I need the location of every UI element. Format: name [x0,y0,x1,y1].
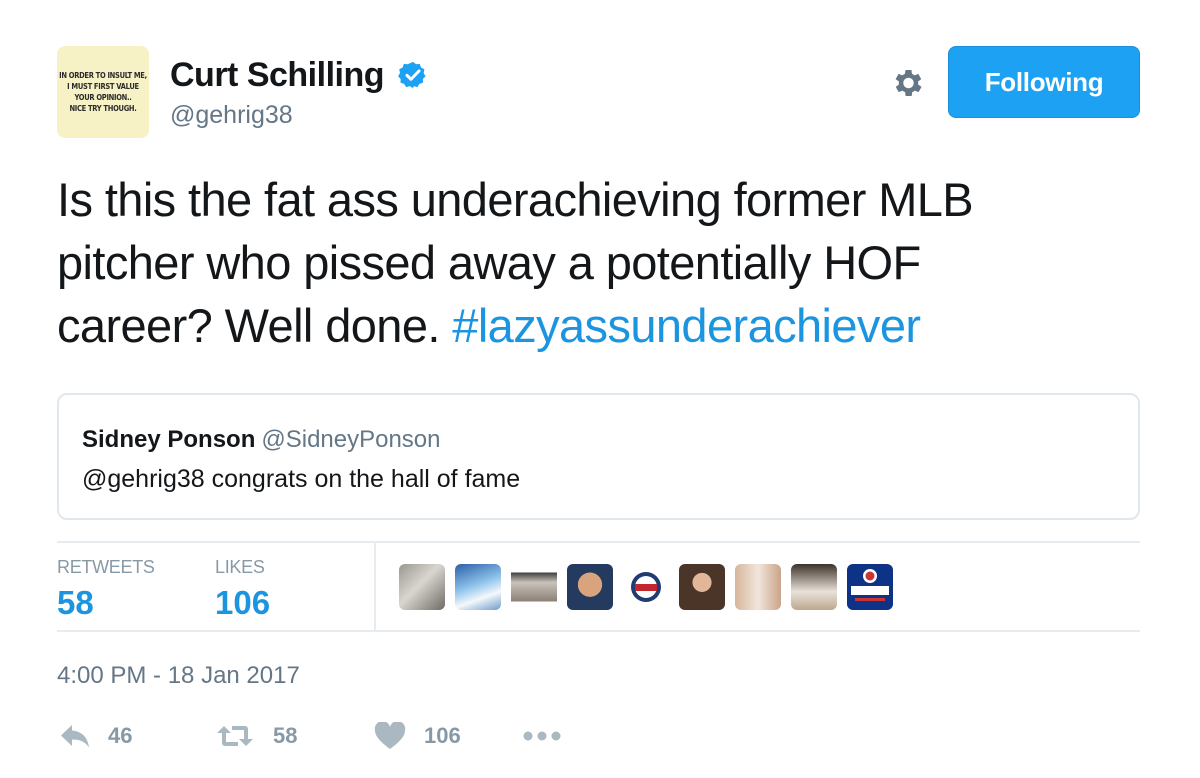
cubs-logo-icon [851,569,889,601]
divider [57,630,1140,632]
tweet-text-line: pitcher who pissed away a potentially HO… [57,236,921,289]
tweet-text: Is this the fat ass underachieving forme… [57,168,1157,357]
liker-avatar[interactable] [455,564,501,610]
avatar-text-line: NICE TRY THOUGH. [69,104,137,113]
quoted-author: Sidney Ponson @SidneyPonson [82,426,441,454]
retweets-stat[interactable]: RETWEETS 58 [57,557,155,622]
retweet-count: 58 [273,723,298,748]
verified-badge-icon [398,61,426,89]
reply-icon [61,725,89,748]
quoted-tweet[interactable]: Sidney Ponson @SidneyPonson @gehrig38 con… [57,393,1140,520]
more-action[interactable] [522,722,562,750]
quoted-author-name: Sidney Ponson [82,426,256,453]
tweet-timestamp[interactable]: 4:00 PM - 18 Jan 2017 [57,662,300,690]
liker-avatar[interactable] [791,564,837,610]
like-action[interactable]: 106 [374,722,461,750]
retweet-action[interactable]: 58 [215,722,297,750]
liker-avatar[interactable] [847,564,893,610]
heart-icon [374,722,406,749]
liker-avatar[interactable] [679,564,725,610]
likes-value: 106 [215,584,271,621]
likes-stat[interactable]: LIKES 106 [215,557,270,622]
avatar-text-line: IN ORDER TO INSULT ME, [59,71,147,80]
liker-avatar[interactable] [511,564,557,610]
liker-avatar[interactable] [735,564,781,610]
retweets-label: RETWEETS [57,557,155,577]
quoted-author-handle: @SidneyPonson [261,426,441,453]
liker-avatar[interactable] [399,564,445,610]
hashtag-link[interactable]: #lazyassunderachiever [452,299,921,352]
liker-avatar[interactable] [623,564,669,610]
sfs-logo-icon [631,572,661,602]
retweet-icon [217,726,253,746]
avatar-text-line: YOUR OPINION.. [74,93,132,102]
retweets-value: 58 [57,584,94,621]
likes-label: LIKES [215,557,265,577]
quoted-tweet-text: @gehrig38 congrats on the hall of fame [82,465,521,493]
stats-divider [374,543,376,631]
tweet-text-line: Is this the fat ass underachieving forme… [57,173,974,226]
gear-icon[interactable] [889,65,925,101]
liker-avatar[interactable] [567,564,613,610]
profile-avatar[interactable]: IN ORDER TO INSULT ME, I MUST FIRST VALU… [57,46,149,138]
profile-handle[interactable]: @gehrig38 [170,101,293,130]
reply-action[interactable]: 46 [58,722,132,750]
divider [57,541,1140,543]
profile-name[interactable]: Curt Schilling [170,56,385,95]
like-count: 106 [424,723,461,748]
more-icon [523,731,561,741]
reply-count: 46 [108,723,133,748]
tweet-text-segment: career? Well done. [57,299,453,352]
following-button[interactable]: Following [948,46,1140,118]
avatar-text-line: I MUST FIRST VALUE [67,82,139,91]
tweet-text-line-3: career? Well done. #lazyassunderachiever [57,294,1157,357]
